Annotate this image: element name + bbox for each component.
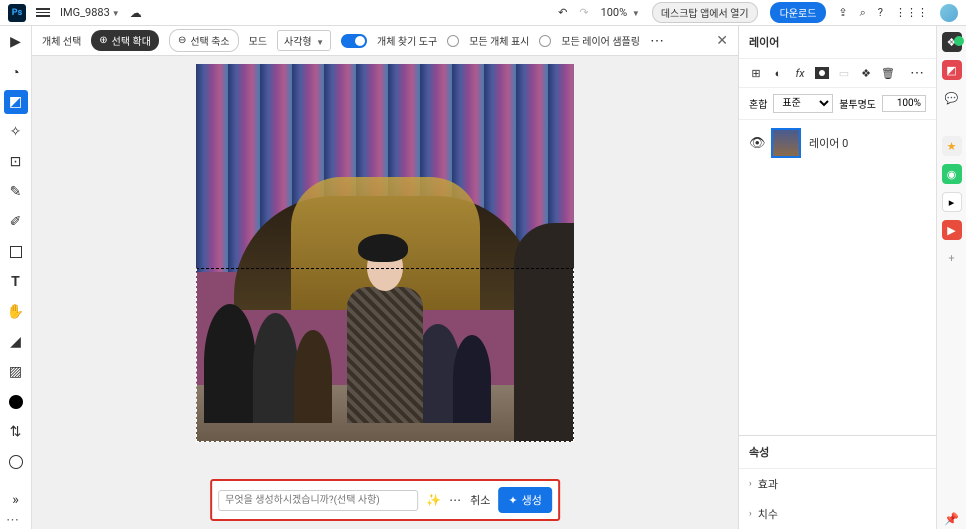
tool-palette: ▶ ◔ ◩ ✧ ⊡ ✎ ✐ T ✋ ◢ ▨ ⇅ » ⋯ bbox=[0, 26, 32, 529]
layers-stack-icon[interactable]: ❖ bbox=[859, 66, 873, 80]
crop-tool[interactable]: ⊡ bbox=[4, 150, 28, 174]
wand-tool[interactable]: ✧ bbox=[4, 120, 28, 144]
options-bar: 개체 선택 ⊕ 선택 확대 ⊖ 선택 축소 모드 사각형 ▼ 개체 찾기 도구 … bbox=[32, 26, 738, 56]
sample-all-radio[interactable] bbox=[539, 35, 551, 47]
delete-icon[interactable]: 🗑 bbox=[881, 66, 895, 80]
type-tool[interactable]: T bbox=[4, 270, 28, 294]
undo-icon[interactable]: ↶ bbox=[558, 6, 567, 19]
gradient-tool[interactable]: ▨ bbox=[4, 360, 28, 384]
main-subject bbox=[340, 234, 431, 423]
prompt-more-icon[interactable]: ⋯ bbox=[449, 493, 462, 507]
document-image[interactable] bbox=[196, 64, 574, 442]
rail-chat-icon[interactable]: 💬 bbox=[942, 88, 962, 108]
apps-grid-icon[interactable]: ⋮⋮⋮ bbox=[895, 6, 928, 19]
photoshop-icon[interactable]: Ps bbox=[8, 4, 26, 22]
move-tool[interactable]: ▶ bbox=[4, 30, 28, 54]
cloud-icon[interactable]: ☁ bbox=[130, 6, 142, 20]
adjustment-icon[interactable]: ◐ bbox=[771, 66, 785, 80]
layer-name[interactable]: 레이어 0 bbox=[809, 135, 848, 151]
opacity-label: 불투명도 bbox=[839, 96, 876, 111]
prompt-sparkle-icon[interactable]: ✨ bbox=[426, 493, 441, 507]
layer-thumbnail[interactable] bbox=[771, 128, 801, 158]
rail-pin-icon[interactable]: 📌 bbox=[942, 509, 962, 529]
right-panels: 레이어 ⊞ ◐ fx ▭ ❖ 🗑 ⋯ 혼합 표준 불투명도 👁 레이어 0 속성… bbox=[738, 26, 936, 529]
blend-label: 혼합 bbox=[749, 96, 767, 111]
rail-comments-icon[interactable]: ◩ bbox=[942, 60, 962, 80]
hand-tool[interactable]: ✋ bbox=[4, 300, 28, 324]
status-dot-icon bbox=[954, 36, 964, 46]
cancel-button[interactable]: 취소 bbox=[470, 492, 490, 508]
share-icon[interactable]: ⇪ bbox=[838, 6, 847, 19]
rail-app2-icon[interactable]: ▸ bbox=[942, 192, 962, 212]
menu-icon[interactable] bbox=[36, 8, 50, 17]
group-icon[interactable]: ▭ bbox=[837, 66, 851, 80]
opacity-input[interactable] bbox=[882, 95, 926, 112]
layers-toolbar: ⊞ ◐ fx ▭ ❖ 🗑 ⋯ bbox=[739, 59, 936, 88]
user-avatar[interactable] bbox=[940, 4, 958, 22]
main-area: ▶ ◔ ◩ ✧ ⊡ ✎ ✐ T ✋ ◢ ▨ ⇅ » ⋯ 개체 선택 ⊕ 선택 확… bbox=[0, 26, 966, 529]
foreground-color[interactable] bbox=[4, 390, 28, 414]
tool-options-icon[interactable]: ⋯ bbox=[6, 513, 19, 528]
open-desktop-button[interactable]: 데스크탑 앱에서 열기 bbox=[652, 2, 758, 23]
layers-panel-title: 레이어 bbox=[739, 26, 936, 59]
rail-add-icon[interactable]: + bbox=[942, 248, 962, 268]
layer-row-0[interactable]: 👁 레이어 0 bbox=[739, 120, 936, 166]
show-all-radio[interactable] bbox=[447, 35, 459, 47]
fx-icon[interactable]: fx bbox=[793, 66, 807, 80]
object-select-label: 개체 선택 bbox=[42, 33, 81, 48]
effects-section[interactable]: ›효과 bbox=[739, 469, 936, 499]
fill-tool[interactable]: ◢ bbox=[4, 330, 28, 354]
blend-row: 혼합 표준 불투명도 bbox=[739, 88, 936, 120]
more-tools-icon[interactable]: » bbox=[4, 488, 28, 512]
visibility-icon[interactable]: 👁 bbox=[749, 136, 763, 151]
show-all-label: 모든 개체 표시 bbox=[469, 33, 529, 48]
sample-all-label: 모든 레이어 샘플링 bbox=[561, 33, 640, 48]
rail-app3-icon[interactable]: ▶ bbox=[942, 220, 962, 240]
properties-panel: 속성 ›효과 ›치수 bbox=[739, 435, 936, 529]
right-rail: ❖ ◩ 💬 ★ ◉ ▸ ▶ + 📌 bbox=[936, 26, 966, 529]
redo-icon[interactable]: ↷ bbox=[579, 6, 588, 19]
canvas-container: 개체 선택 ⊕ 선택 확대 ⊖ 선택 축소 모드 사각형 ▼ 개체 찾기 도구 … bbox=[32, 26, 738, 529]
add-layer-icon[interactable]: ⊞ bbox=[749, 66, 763, 80]
expand-select-button[interactable]: ⊕ 선택 확대 bbox=[91, 30, 159, 51]
generate-button[interactable]: ✦ 생성 bbox=[498, 487, 551, 513]
mode-label: 모드 bbox=[249, 33, 267, 48]
rail-star-icon[interactable]: ★ bbox=[942, 136, 962, 156]
properties-title: 속성 bbox=[739, 436, 936, 469]
layers-more-icon[interactable]: ⋯ bbox=[910, 65, 926, 81]
lasso-tool[interactable]: ◔ bbox=[4, 60, 28, 84]
close-icon[interactable]: ✕ bbox=[716, 33, 728, 49]
swap-colors-tool[interactable]: ⇅ bbox=[4, 420, 28, 444]
help-icon[interactable]: ? bbox=[878, 6, 883, 19]
search-icon[interactable]: ⌕ bbox=[860, 6, 866, 20]
object-finder-label: 개체 찾기 도구 bbox=[377, 33, 437, 48]
rail-app1-icon[interactable]: ◉ bbox=[942, 164, 962, 184]
mask-icon[interactable] bbox=[815, 66, 829, 80]
prompt-input[interactable] bbox=[218, 490, 418, 511]
background-color[interactable] bbox=[4, 450, 28, 474]
object-select-tool[interactable]: ◩ bbox=[4, 90, 28, 114]
eyedropper-tool[interactable]: ✎ bbox=[4, 180, 28, 204]
top-bar: Ps IMG_9883▼ ☁ ↶ ↷ 100% ▼ 데스크탑 앱에서 열기 다운… bbox=[0, 0, 966, 26]
document-title[interactable]: IMG_9883▼ bbox=[60, 6, 120, 19]
generative-fill-bar: ✨ ⋯ 취소 ✦ 생성 bbox=[210, 479, 560, 521]
mode-select[interactable]: 사각형 ▼ bbox=[277, 30, 331, 51]
more-options-icon[interactable]: ⋯ bbox=[650, 33, 666, 49]
object-finder-toggle[interactable] bbox=[341, 34, 367, 48]
shrink-select-button[interactable]: ⊖ 선택 축소 bbox=[169, 29, 239, 52]
blend-mode-select[interactable]: 표준 bbox=[773, 94, 833, 113]
brush-tool[interactable]: ✐ bbox=[4, 210, 28, 234]
download-button[interactable]: 다운로드 bbox=[770, 2, 827, 23]
shape-tool[interactable] bbox=[4, 240, 28, 264]
zoom-level[interactable]: 100% ▼ bbox=[601, 6, 640, 19]
canvas-area[interactable]: ✨ ⋯ 취소 ✦ 생성 bbox=[32, 56, 738, 529]
dimensions-section[interactable]: ›치수 bbox=[739, 499, 936, 529]
